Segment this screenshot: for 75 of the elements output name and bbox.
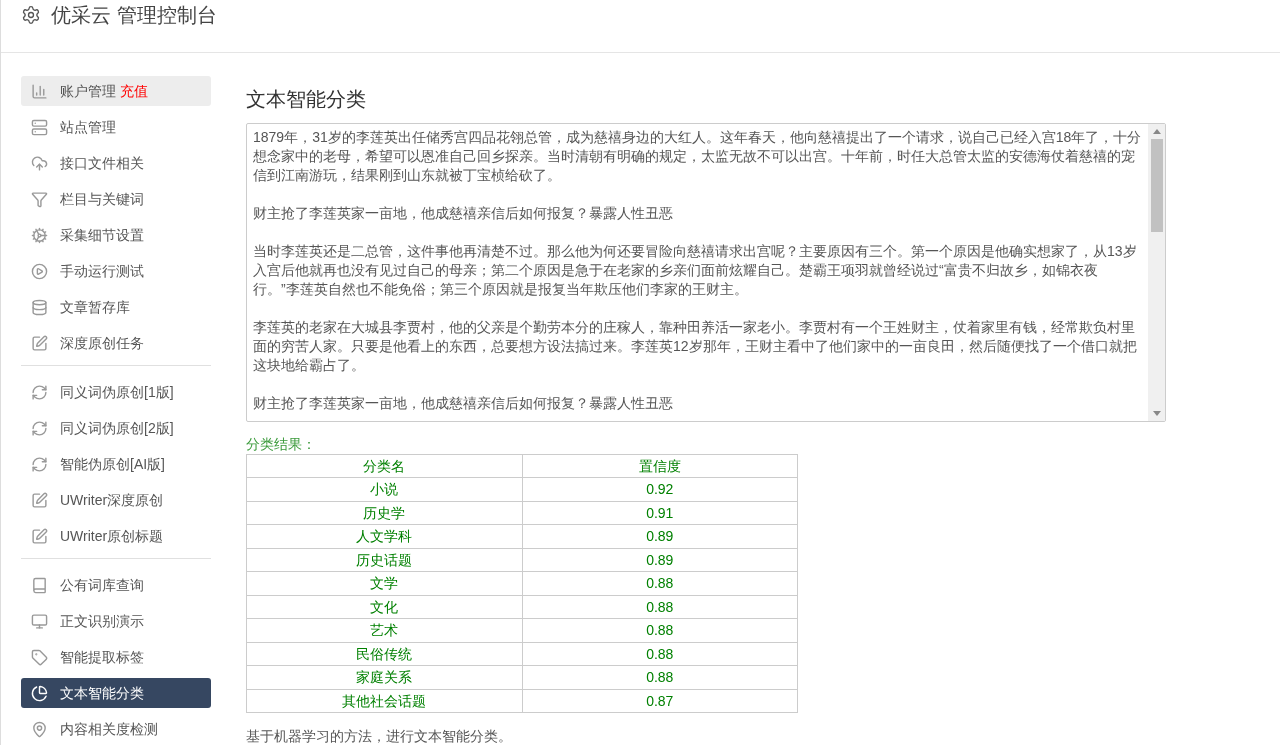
filter-icon bbox=[31, 190, 48, 208]
table-cell: 民俗传统 bbox=[246, 642, 522, 666]
sidebar-item[interactable]: 文本智能分类 bbox=[21, 678, 211, 708]
refresh-icon bbox=[31, 455, 48, 473]
text-area-paragraph: 当时李莲英还是二总管，这件事他再清楚不过。那么他为何还要冒险向慈禧请求出宫呢？主要原因有三个。第一个原因是他确实想家了，从13岁入宫后他就再也没有见过自己的母亲；第二个原因是急于在老家的乡亲们面前炫耀自己。楚霸王项羽就曾经说过“富贵不归故乡，如锦衣夜行。”李莲英自然也不能免俗；第三个原因就是报复当年欺压他们李家的王财主。 bbox=[253, 242, 1138, 299]
sidebar-label: 正文识别演示 bbox=[60, 611, 144, 631]
table-cell: 文化 bbox=[246, 595, 522, 619]
table-cell: 0.91 bbox=[522, 501, 798, 525]
monitor-icon bbox=[31, 612, 48, 630]
table-cell: 0.92 bbox=[522, 477, 798, 501]
column-header: 置信度 bbox=[522, 454, 798, 478]
text-area-paragraph: 财主抢了李莲英家一亩地，他成慈禧亲信后如何报复？暴露人性丑恶 bbox=[253, 394, 674, 413]
edit-icon bbox=[31, 491, 48, 509]
table-cell: 0.89 bbox=[522, 548, 798, 572]
sidebar-label: UWriter深度原创 bbox=[60, 490, 164, 510]
table-cell: 0.88 bbox=[522, 571, 798, 595]
bar-chart-icon bbox=[31, 82, 48, 100]
book-icon bbox=[31, 576, 48, 594]
sidebar-label: 智能伪原创[AI版] bbox=[60, 454, 165, 474]
table-cell: 0.88 bbox=[522, 642, 798, 666]
column-header: 分类名 bbox=[246, 454, 522, 478]
refresh-icon bbox=[31, 419, 48, 437]
table-cell: 历史话题 bbox=[246, 548, 522, 572]
database-icon bbox=[31, 298, 48, 316]
app-title: 优采云 管理控制台 bbox=[51, 3, 217, 28]
table-cell: 家庭关系 bbox=[246, 665, 522, 689]
sidebar-label: 文章暂存库 bbox=[60, 297, 130, 317]
refresh-icon bbox=[31, 383, 48, 401]
play-icon bbox=[31, 262, 48, 280]
scrollbar[interactable] bbox=[1148, 124, 1165, 421]
edit-icon bbox=[31, 334, 48, 352]
scroll-down-icon[interactable] bbox=[1152, 411, 1161, 416]
text-area[interactable] bbox=[246, 123, 1166, 422]
sidebar-label: UWriter原创标题 bbox=[60, 526, 164, 546]
pin-icon bbox=[31, 720, 48, 738]
sidebar-label: 文本智能分类 bbox=[60, 683, 144, 703]
table-cell: 文学 bbox=[246, 571, 522, 595]
cloud-upload-icon bbox=[31, 154, 48, 172]
edit-icon bbox=[31, 527, 48, 545]
footer-note: 基于机器学习的方法，进行文本智能分类。 bbox=[246, 727, 513, 745]
sidebar-label: 接口文件相关 bbox=[60, 153, 144, 173]
table-cell: 其他社会话题 bbox=[246, 689, 522, 713]
table-cell: 0.88 bbox=[522, 595, 798, 619]
table-cell: 0.88 bbox=[522, 665, 798, 689]
sidebar-item[interactable]: 账户管理 充值 bbox=[21, 76, 211, 106]
sidebar-label: 深度原创任务 bbox=[60, 333, 144, 353]
sidebar-label: 账户管理 bbox=[60, 81, 116, 101]
settings-icon bbox=[21, 5, 41, 25]
pie-chart-icon bbox=[31, 684, 48, 702]
scroll-thumb[interactable] bbox=[1150, 139, 1163, 232]
sidebar-label: 公有词库查询 bbox=[60, 575, 144, 595]
sidebar-label: 智能提取标签 bbox=[60, 647, 144, 667]
text-area-paragraph: 1879年，31岁的李莲英出任储秀宫四品花翎总管，成为慈禧身边的大红人。这年春天，他向慈禧提出了一个请求，说自己已经入宫18年了，十分想念家中的老母，希望可以恩准自己回乡探亲。当时清朝有明确的规定，太监无故不可以出宫。十年前，时任大总管太监的安德海仗着慈禧的宠信到江南游玩，结果刚到山东就被丁宝桢给砍了。 bbox=[253, 128, 1142, 185]
page-title: 文本智能分类 bbox=[246, 87, 367, 112]
gears-icon bbox=[31, 226, 48, 244]
sidebar-label: 栏目与关键词 bbox=[60, 189, 144, 209]
sidebar-label: 采集细节设置 bbox=[60, 225, 144, 245]
table-cell: 小说 bbox=[246, 477, 522, 501]
sidebar-label: 手动运行测试 bbox=[60, 261, 144, 281]
sidebar-label: 站点管理 bbox=[60, 117, 116, 137]
scroll-up-icon[interactable] bbox=[1152, 129, 1161, 134]
table-cell: 历史学 bbox=[246, 501, 522, 525]
sidebar-label: 内容相关度检测 bbox=[60, 719, 158, 739]
table-cell: 人文学科 bbox=[246, 524, 522, 548]
sidebar-label: 同义词伪原创[2版] bbox=[60, 418, 174, 438]
text-area-paragraph: 财主抢了李莲英家一亩地，他成慈禧亲信后如何报复？暴露人性丑恶 bbox=[253, 204, 674, 223]
result-label: 分类结果： bbox=[246, 435, 317, 454]
tag-icon bbox=[31, 648, 48, 666]
table-cell: 0.89 bbox=[522, 524, 798, 548]
text-area-paragraph: 李莲英的老家在大城县李贾村，他的父亲是个勤劳本分的庄稼人，靠种田养活一家老小。李贾村有一个王姓财主，仗着家里有钱，经常欺负村里面的穷苦人家。只要是他看上的东西，总要想方设法搞过来。李莲英12岁那年，王财主看中了他们家中的一亩良田，然后随便找了一个借口就把这块地给霸占了。 bbox=[253, 318, 1138, 375]
sidebar-label: 同义词伪原创[1版] bbox=[60, 382, 174, 402]
server-icon bbox=[31, 118, 48, 136]
table-cell: 0.87 bbox=[522, 689, 798, 713]
table-cell: 艺术 bbox=[246, 618, 522, 642]
table-cell: 0.88 bbox=[522, 618, 798, 642]
